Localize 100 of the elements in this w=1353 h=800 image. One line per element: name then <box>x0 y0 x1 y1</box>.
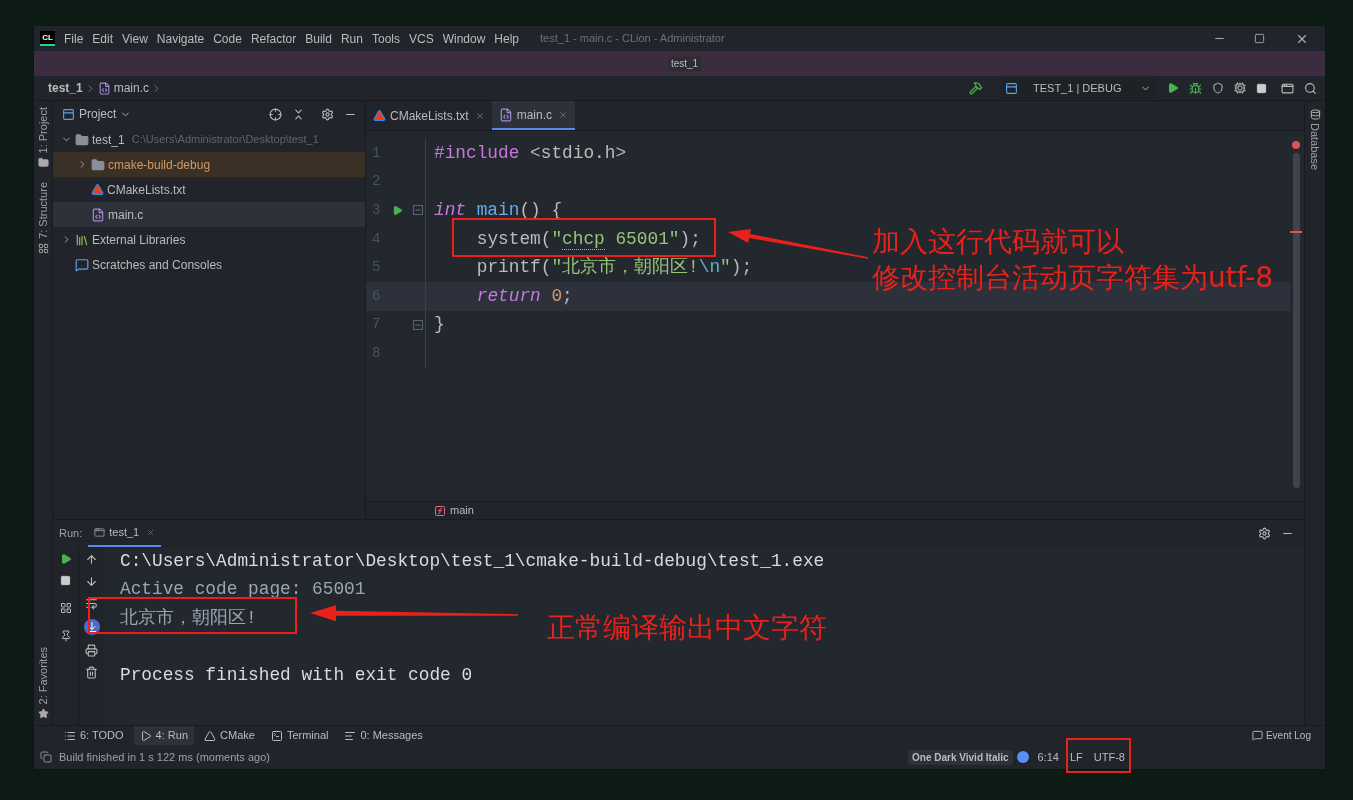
search-icon[interactable] <box>1304 81 1317 95</box>
tree-item-label: test_1 <box>92 131 125 149</box>
caret-position[interactable]: 6:14 <box>1037 748 1059 766</box>
tree-item[interactable]: Scratches and Consoles <box>53 252 365 277</box>
event-log-button[interactable]: Event Log <box>1251 726 1311 745</box>
console-line: 北京市，朝阳区! <box>120 608 257 629</box>
tool-window-button[interactable]: Database <box>1306 123 1324 171</box>
code-line: } <box>434 314 445 336</box>
collapse-icon[interactable] <box>292 107 305 121</box>
breadcrumb-item[interactable]: main.c <box>113 79 150 97</box>
app-logo: CL <box>40 31 55 46</box>
scratch-icon <box>75 257 89 272</box>
tree-item[interactable]: test_1 C:\Users\Administrator\Desktop\test_1 <box>53 127 365 152</box>
arrow-down-icon[interactable] <box>85 575 98 588</box>
fold-marker-icon[interactable] <box>413 205 423 216</box>
layout-icon[interactable] <box>59 602 72 614</box>
event-log-icon <box>1251 730 1263 741</box>
panel-icon <box>62 107 75 121</box>
console-line: Active code page: 65001 <box>120 579 366 601</box>
maximize-icon[interactable] <box>1254 33 1265 44</box>
code-line: #include <stdio.h> <box>434 142 627 164</box>
tool-window-tab[interactable]: 4: Run <box>133 726 195 745</box>
project-name-tab[interactable]: test_1 <box>667 56 702 71</box>
settings-icon[interactable] <box>1258 527 1271 540</box>
menu-item[interactable]: Refactor <box>250 29 297 48</box>
tool-window-tab[interactable]: 0: Messages <box>338 726 429 745</box>
build-icon[interactable] <box>969 81 983 95</box>
line-separator[interactable]: LF <box>1070 748 1083 766</box>
tree-item-label: cmake-build-debug <box>108 156 211 174</box>
run-gutter-icon[interactable] <box>391 205 403 216</box>
triangle-icon <box>204 729 217 742</box>
editor-tab[interactable]: CMakeLists.txt <box>366 101 492 130</box>
tool-window-button[interactable]: 7: Structure <box>34 182 52 240</box>
stop-icon[interactable] <box>60 575 71 586</box>
folder-icon <box>91 157 105 172</box>
menu-item[interactable]: Run <box>340 29 363 48</box>
tool-window-tab[interactable]: CMake <box>198 726 261 745</box>
scrollbar-thumb[interactable] <box>1292 153 1300 488</box>
menu-item[interactable]: Window <box>442 29 486 48</box>
menu-item[interactable]: Navigate <box>156 29 205 48</box>
menu-item[interactable]: Tools <box>371 29 400 48</box>
editor-tab[interactable]: main.c <box>491 101 576 130</box>
file-icon <box>498 107 513 122</box>
window-icon[interactable] <box>1281 81 1294 95</box>
console-line: Process finished with exit code 0 <box>120 665 473 687</box>
arrow-up-icon[interactable] <box>85 553 98 566</box>
locate-icon[interactable] <box>269 107 282 121</box>
profile-icon[interactable] <box>1234 82 1246 94</box>
rerun-icon[interactable] <box>59 553 72 565</box>
menu-item[interactable]: Help <box>494 29 520 48</box>
run-config-dropdown[interactable]: TEST_1 | DEBUG <box>999 77 1157 99</box>
run-label: Run: <box>59 526 83 542</box>
tree-item[interactable]: cmake-build-debug <box>53 152 365 177</box>
tree-item[interactable]: External Libraries <box>53 227 365 252</box>
menu-item[interactable]: Edit <box>92 29 114 48</box>
menu-item[interactable]: File <box>64 29 84 48</box>
annotation-text: 修改控制台活动页字符集为utf-8 <box>872 260 1273 296</box>
tree-item[interactable]: main.c <box>53 202 365 227</box>
print-icon[interactable] <box>85 644 98 657</box>
folder-icon <box>75 132 89 147</box>
play-icon <box>139 729 152 742</box>
tool-window-button[interactable]: 1: Project <box>34 107 52 154</box>
coverage-icon[interactable] <box>1212 82 1224 94</box>
tool-window-tab[interactable]: Terminal <box>264 726 335 745</box>
settings-icon[interactable] <box>321 107 334 121</box>
console-icon <box>94 527 106 538</box>
run-icon[interactable] <box>1167 82 1179 94</box>
file-icon <box>91 207 105 222</box>
path-hint: C:\Users\Administrator\Desktop\test_1 <box>131 132 319 148</box>
highlight-frame <box>1066 738 1131 773</box>
tool-window-tab[interactable]: 6: TODO <box>58 726 130 745</box>
trash-icon[interactable] <box>85 666 98 679</box>
menu-item[interactable]: Code <box>213 29 242 48</box>
tree-item[interactable]: CMakeLists.txt <box>53 177 365 202</box>
window-title: test_1 - main.c - CLion - Administrator <box>540 31 725 47</box>
soft-wrap-icon[interactable] <box>85 597 98 610</box>
breadcrumb-item[interactable]: test_1 <box>48 79 83 97</box>
terminal-icon <box>270 729 283 742</box>
menu-item[interactable]: Build <box>305 29 332 48</box>
annotation-text: 正常编译输出中文字符 <box>547 610 827 646</box>
menu-item[interactable]: View <box>122 29 148 48</box>
error-icon[interactable] <box>1292 141 1300 149</box>
menu-item[interactable]: VCS <box>408 29 434 48</box>
panel-title[interactable]: Project <box>79 105 117 123</box>
stop-icon[interactable] <box>1256 82 1267 94</box>
folder-icon <box>37 157 49 169</box>
triangle-icon <box>91 183 104 196</box>
tree-item-label: Scratches and Consoles <box>92 256 223 274</box>
triangle-icon <box>373 109 386 122</box>
debug-icon[interactable] <box>1189 81 1202 95</box>
pin-icon[interactable] <box>59 630 72 642</box>
status-icon[interactable] <box>40 751 52 763</box>
tool-window-button[interactable]: 2: Favorites <box>34 646 52 704</box>
library-icon <box>75 232 89 247</box>
code-line: return 0; <box>476 285 573 307</box>
theme-badge[interactable]: One Dark Vivid Italic <box>908 749 1013 765</box>
file-encoding[interactable]: UTF-8 <box>1093 748 1125 766</box>
file-icon <box>97 81 111 95</box>
breadcrumb-item[interactable]: main <box>450 502 474 519</box>
fold-marker-icon[interactable] <box>413 319 423 330</box>
